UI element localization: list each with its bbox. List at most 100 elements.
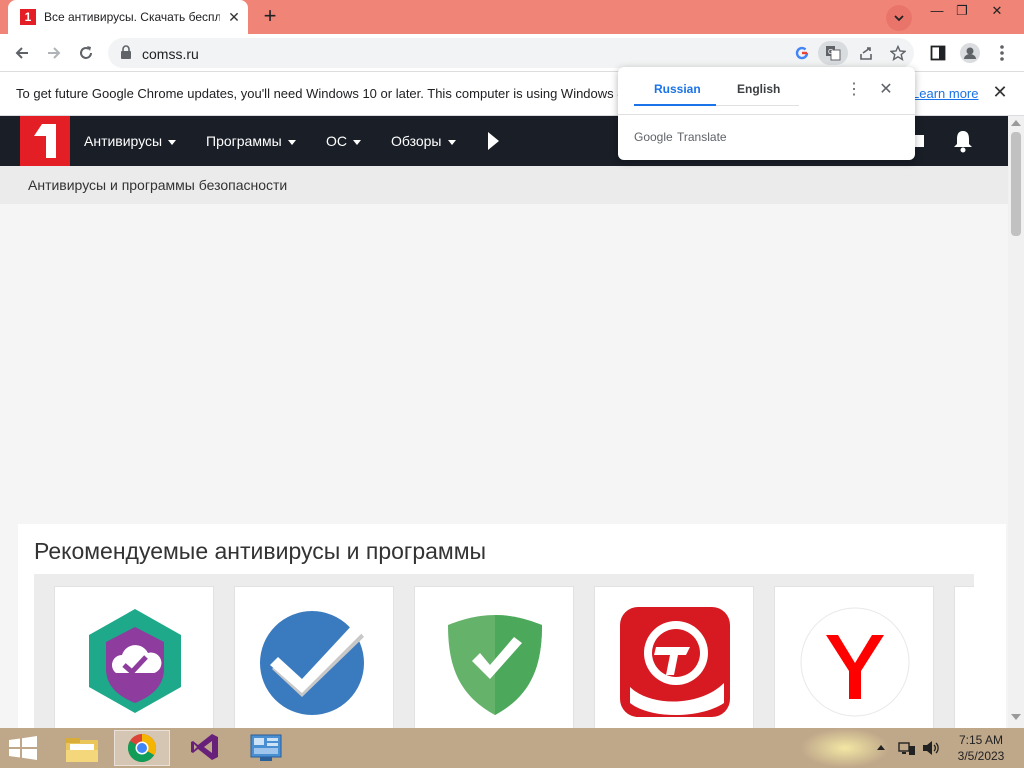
scroll-down-arrow-icon[interactable] (1011, 714, 1021, 720)
window-close-button[interactable]: ✕ (982, 2, 1012, 22)
comss-logo-icon (34, 124, 56, 158)
favicon-icon: 1 (20, 9, 36, 25)
nav-item-reviews[interactable]: Обзоры (391, 133, 456, 149)
caret-down-icon (447, 139, 456, 145)
scroll-up-arrow-icon[interactable] (1011, 120, 1021, 126)
visual-studio-icon (191, 734, 218, 760)
section-title: Рекомендуемые антивирусы и программы (34, 538, 487, 564)
tab-search-button[interactable] (886, 5, 912, 31)
recommended-cards (34, 574, 974, 728)
file-explorer-icon (66, 738, 98, 762)
popup-divider (618, 114, 915, 115)
adguard-shield-icon (448, 615, 542, 715)
nav-label: Обзоры (391, 133, 442, 149)
taskbar-visual-studio[interactable] (178, 730, 234, 766)
svg-text:G: G (828, 49, 833, 56)
nav-label: Программы (206, 133, 282, 149)
side-panel-button[interactable] (925, 40, 951, 66)
active-tab-indicator (634, 104, 716, 106)
caret-down-icon (168, 139, 177, 145)
taskbar-explorer[interactable] (54, 730, 110, 766)
avatar-icon (960, 43, 980, 63)
card-trendmicro[interactable] (594, 586, 754, 728)
lock-icon (121, 45, 131, 59)
nav-item-antivirus[interactable]: Антивирусы (84, 133, 177, 149)
card-kaspersky[interactable] (54, 586, 214, 728)
google-g-icon[interactable] (792, 43, 812, 63)
star-icon (889, 44, 907, 61)
url-text: comss.ru (142, 46, 199, 62)
trend-micro-icon (620, 607, 730, 717)
reload-icon (80, 46, 92, 59)
control-panel-icon (250, 734, 282, 761)
breadcrumb: Антивирусы и программы безопасности (0, 166, 1008, 204)
card-yandex[interactable] (774, 586, 934, 728)
profile-button[interactable] (957, 40, 983, 66)
forward-button[interactable] (41, 40, 67, 66)
site-logo[interactable] (20, 116, 70, 166)
caret-down-icon (287, 139, 296, 145)
bookmark-star-icon[interactable] (888, 43, 908, 63)
clock-time[interactable]: 7:15 AM (956, 733, 1006, 747)
forward-arrow-icon (48, 47, 61, 59)
share-icon[interactable] (856, 43, 876, 63)
back-arrow-icon (15, 47, 28, 59)
chrome-icon (128, 734, 156, 762)
kebab-menu-icon (1000, 45, 1004, 61)
browser-window: 1 Все антивирусы. Скачать бесплатные ✕ +… (0, 0, 1024, 768)
learn-more-link[interactable]: Learn more (910, 86, 979, 101)
side-panel-icon (930, 45, 946, 61)
chrome-menu-button[interactable] (989, 40, 1015, 66)
new-tab-button[interactable]: + (258, 5, 282, 29)
translate-icon: G (826, 46, 841, 61)
nav-item-programs[interactable]: Программы (206, 133, 296, 149)
popup-close-icon[interactable]: ✕ (876, 80, 896, 100)
translate-button[interactable]: G (818, 41, 848, 65)
windows-start-icon[interactable] (8, 736, 38, 760)
taskbar-chrome[interactable] (114, 730, 170, 766)
chevron-down-icon (894, 15, 904, 22)
recommended-panel: Рекомендуемые антивирусы и программы (18, 524, 1006, 728)
windows-taskbar: 7:15 AM 3/5/2023 (0, 728, 1024, 768)
back-button[interactable] (9, 40, 35, 66)
google-lens-icon (795, 46, 809, 60)
restore-button[interactable]: ❐ (947, 2, 977, 22)
tab-title: Все антивирусы. Скачать бесплатные (44, 10, 220, 24)
volume-icon[interactable] (922, 740, 940, 756)
yandex-browser-icon (800, 607, 910, 717)
nav-label: ОС (326, 133, 347, 149)
popup-menu-icon[interactable]: ⋮ (846, 81, 862, 99)
address-bar[interactable]: comss.ru G (108, 38, 914, 68)
google-wordmark: Google (634, 130, 673, 144)
nav-item-os[interactable]: ОС (326, 133, 361, 149)
lang-tab-english[interactable]: English (737, 82, 780, 96)
infobar-close-icon[interactable]: ✕ (990, 82, 1010, 102)
tray-expand-icon[interactable] (876, 743, 886, 751)
tab-strip: 1 Все антивирусы. Скачать бесплатные ✕ +… (0, 0, 1024, 34)
card-adguard[interactable] (414, 586, 574, 728)
checkmark-circle-icon (260, 611, 364, 715)
card-checkmark[interactable] (234, 586, 394, 728)
kaspersky-cloud-icon (89, 609, 181, 713)
translate-popup: Russian English ⋮ ✕ Google Translate (618, 67, 915, 160)
infobar-message: To get future Google Chrome updates, you… (16, 86, 629, 101)
caret-down-icon (353, 139, 361, 145)
share-arrow-icon (860, 47, 872, 60)
tab-close-icon[interactable]: ✕ (226, 9, 242, 25)
taskbar-control-panel[interactable] (238, 730, 294, 766)
translate-wordmark: Translate (677, 130, 727, 144)
scrollbar-thumb[interactable] (1011, 132, 1021, 236)
clock-date[interactable]: 3/5/2023 (956, 749, 1006, 763)
network-icon[interactable] (898, 740, 916, 756)
card-partial[interactable] (954, 586, 974, 728)
page-scrollbar[interactable] (1008, 116, 1024, 728)
browser-tab[interactable]: 1 Все антивирусы. Скачать бесплатные ✕ (8, 0, 248, 34)
ad-placeholder (0, 204, 1008, 524)
bell-icon[interactable] (952, 129, 974, 153)
reload-button[interactable] (73, 40, 99, 66)
main-content: Рекомендуемые антивирусы и программы (0, 524, 1008, 728)
lang-tab-russian[interactable]: Russian (654, 82, 701, 96)
breadcrumb-text[interactable]: Антивирусы и программы безопасности (28, 177, 287, 193)
nav-more-arrow-icon[interactable] (488, 132, 499, 150)
nav-label: Антивирусы (84, 133, 163, 149)
